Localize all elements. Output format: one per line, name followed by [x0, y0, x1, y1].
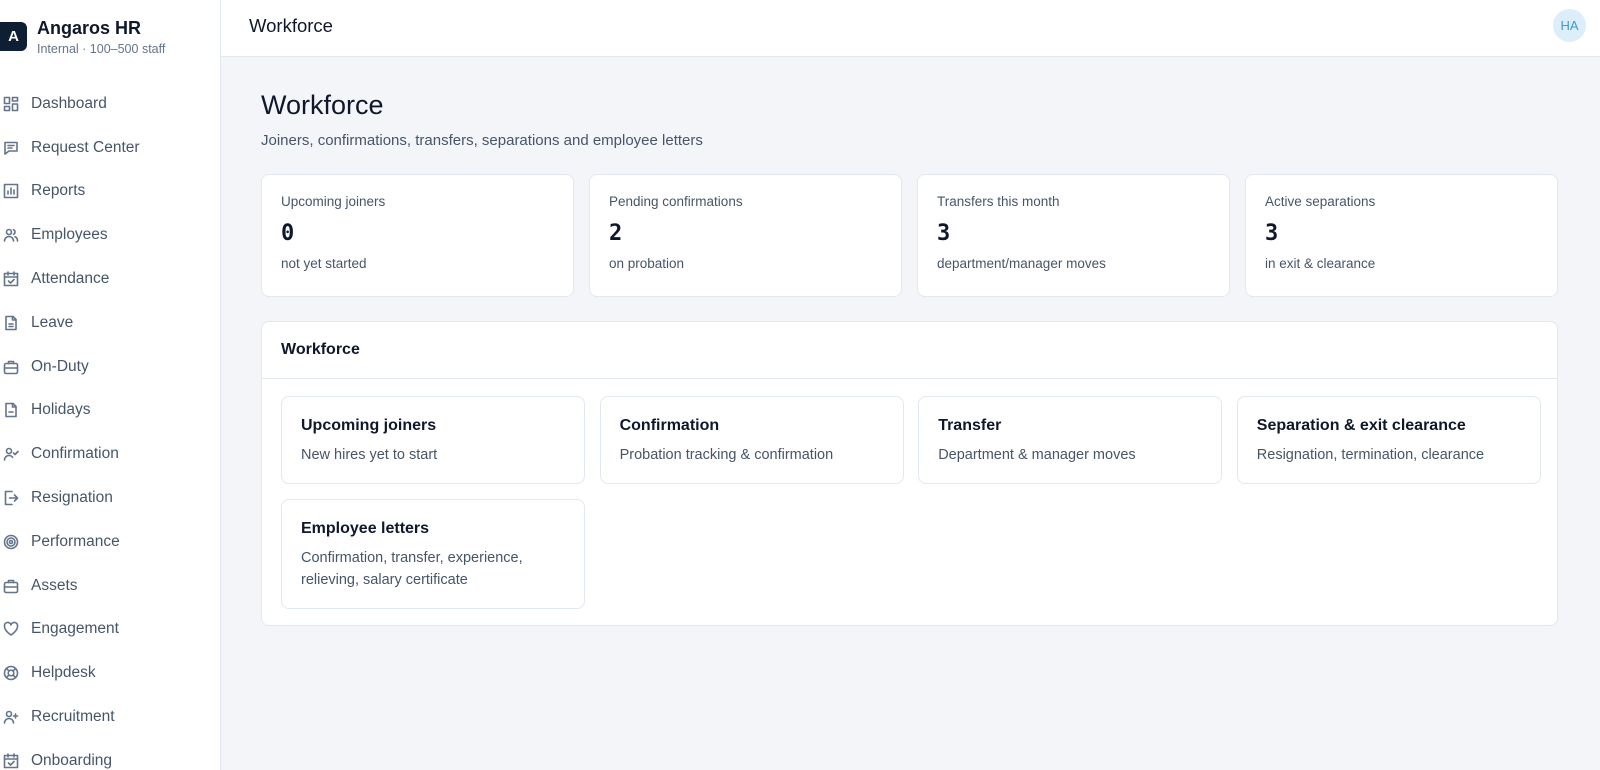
stat-value: 3 [937, 221, 951, 246]
tile-title: Upcoming joiners [301, 417, 437, 434]
stat-card-transfers-this-month: Transfers this month 3 department/manage… [917, 174, 1230, 297]
bar-chart-icon [3, 183, 19, 199]
sidebar-item-attendance[interactable]: Attendance [0, 257, 220, 301]
log-out-icon [3, 490, 19, 506]
tile-title: Transfer [938, 417, 1002, 434]
dashboard-icon [3, 96, 19, 112]
briefcase-icon [3, 359, 19, 375]
sidebar-item-label: Recruitment [31, 708, 115, 726]
stat-value: 3 [1265, 221, 1279, 246]
sidebar-item-label: Resignation [31, 489, 113, 507]
sidebar-item-label: Leave [31, 313, 74, 331]
sidebar-item-label: Employees [31, 226, 108, 244]
tile-separation-exit-clearance[interactable]: Separation & exit clearance Resignation,… [1236, 396, 1541, 484]
tile-employee-letters[interactable]: Employee letters Confirmation, transfer,… [281, 499, 585, 609]
stat-note: in exit & clearance [1265, 256, 1376, 271]
sidebar-item-confirmation[interactable]: Confirmation [0, 432, 220, 476]
brand-name: Angaros HR [37, 18, 142, 38]
stat-note: department/manager moves [937, 256, 1106, 271]
sidebar-item-label: Engagement [31, 620, 119, 638]
sidebar-item-resignation[interactable]: Resignation [0, 476, 220, 520]
tile-upcoming-joiners[interactable]: Upcoming joiners New hires yet to start [281, 396, 585, 484]
sidebar-nav: Dashboard Request Center Reports Employe… [0, 82, 220, 770]
tile-title: Employee letters [301, 520, 430, 537]
sidebar-item-recruitment[interactable]: Recruitment [0, 695, 220, 739]
panel-title: Workforce [262, 322, 1557, 379]
sidebar: A Angaros HR Internal · 100–500 staff Da… [0, 0, 221, 770]
sidebar-item-label: Assets [31, 576, 78, 594]
page-title: Workforce [261, 90, 384, 120]
sidebar-item-request-center[interactable]: Request Center [0, 126, 220, 170]
sidebar-item-onboarding[interactable]: Onboarding [0, 739, 220, 770]
tile-title: Confirmation [619, 417, 720, 434]
briefcase-icon [3, 578, 19, 594]
users-icon [3, 227, 19, 243]
sidebar-item-reports[interactable]: Reports [0, 170, 220, 214]
user-check-icon [3, 446, 19, 462]
sidebar-item-label: Dashboard [31, 94, 107, 112]
sidebar-item-on-duty[interactable]: On-Duty [0, 345, 220, 389]
calendar-check-icon [3, 271, 19, 287]
stat-label: Active separations [1265, 194, 1376, 209]
sidebar-item-leave[interactable]: Leave [0, 301, 220, 345]
user-plus-icon [3, 709, 19, 725]
file-text-icon [3, 315, 19, 331]
stats-row: Upcoming joiners 0 not yet started Pendi… [261, 174, 1558, 297]
sidebar-item-label: Reports [31, 182, 86, 200]
sidebar-item-label: Holidays [31, 401, 91, 419]
sidebar-item-label: Performance [31, 532, 120, 550]
tile-description: Probation tracking & confirmation [619, 447, 834, 463]
sidebar-item-helpdesk[interactable]: Helpdesk [0, 651, 220, 695]
topbar: Workforce HA [221, 0, 1600, 57]
page-subtitle: Joiners, confirmations, transfers, separ… [261, 132, 703, 149]
sidebar-item-label: Helpdesk [31, 664, 96, 682]
sidebar-item-label: Attendance [31, 270, 110, 288]
stat-card-pending-confirmations: Pending confirmations 2 on probation [589, 174, 902, 297]
tile-description: Resignation, termination, clearance [1256, 447, 1485, 463]
sidebar-item-performance[interactable]: Performance [0, 520, 220, 564]
calendar-check-icon [3, 753, 19, 769]
sidebar-item-assets[interactable]: Assets [0, 564, 220, 608]
sidebar-item-holidays[interactable]: Holidays [0, 389, 220, 433]
stat-note: on probation [609, 256, 685, 271]
heart-icon [3, 621, 19, 637]
stat-label: Upcoming joiners [281, 194, 386, 209]
tile-description: Confirmation, transfer, experience, reli… [301, 550, 523, 588]
stat-label: Transfers this month [937, 194, 1060, 209]
main-content: Workforce Joiners, confirmations, transf… [221, 57, 1600, 770]
tile-transfer[interactable]: Transfer Department & manager moves [918, 396, 1223, 484]
brand-subtitle: Internal · 100–500 staff [37, 42, 166, 56]
brand[interactable]: A Angaros HR Internal · 100–500 staff [0, 18, 220, 58]
sidebar-item-employees[interactable]: Employees [0, 213, 220, 257]
sidebar-item-label: Request Center [31, 138, 140, 156]
workforce-tiles: Upcoming joiners New hires yet to start … [281, 396, 1541, 609]
sidebar-item-label: Confirmation [31, 445, 119, 463]
stat-value: 2 [609, 221, 623, 246]
stat-value: 0 [281, 221, 295, 246]
workforce-panel: Workforce Upcoming joiners New hires yet… [261, 321, 1558, 626]
target-icon [3, 534, 19, 550]
tile-description: Department & manager moves [938, 447, 1136, 463]
stat-card-active-separations: Active separations 3 in exit & clearance [1245, 174, 1558, 297]
sidebar-item-label: On-Duty [31, 357, 89, 375]
file-icon [3, 402, 19, 418]
topbar-title: Workforce [249, 15, 333, 36]
sidebar-item-engagement[interactable]: Engagement [0, 608, 220, 652]
tile-title: Separation & exit clearance [1256, 417, 1466, 434]
stat-card-upcoming-joiners: Upcoming joiners 0 not yet started [261, 174, 574, 297]
sidebar-item-dashboard[interactable]: Dashboard [0, 82, 220, 126]
sidebar-item-label: Onboarding [31, 751, 113, 769]
brand-logo: A [0, 22, 27, 51]
stat-note: not yet started [281, 256, 367, 271]
stat-label: Pending confirmations [609, 194, 743, 209]
avatar[interactable]: HA [1553, 9, 1586, 42]
message-square-icon [3, 140, 19, 156]
tile-confirmation[interactable]: Confirmation Probation tracking & confir… [599, 396, 904, 484]
tile-description: New hires yet to start [301, 447, 438, 463]
life-buoy-icon [3, 665, 19, 681]
